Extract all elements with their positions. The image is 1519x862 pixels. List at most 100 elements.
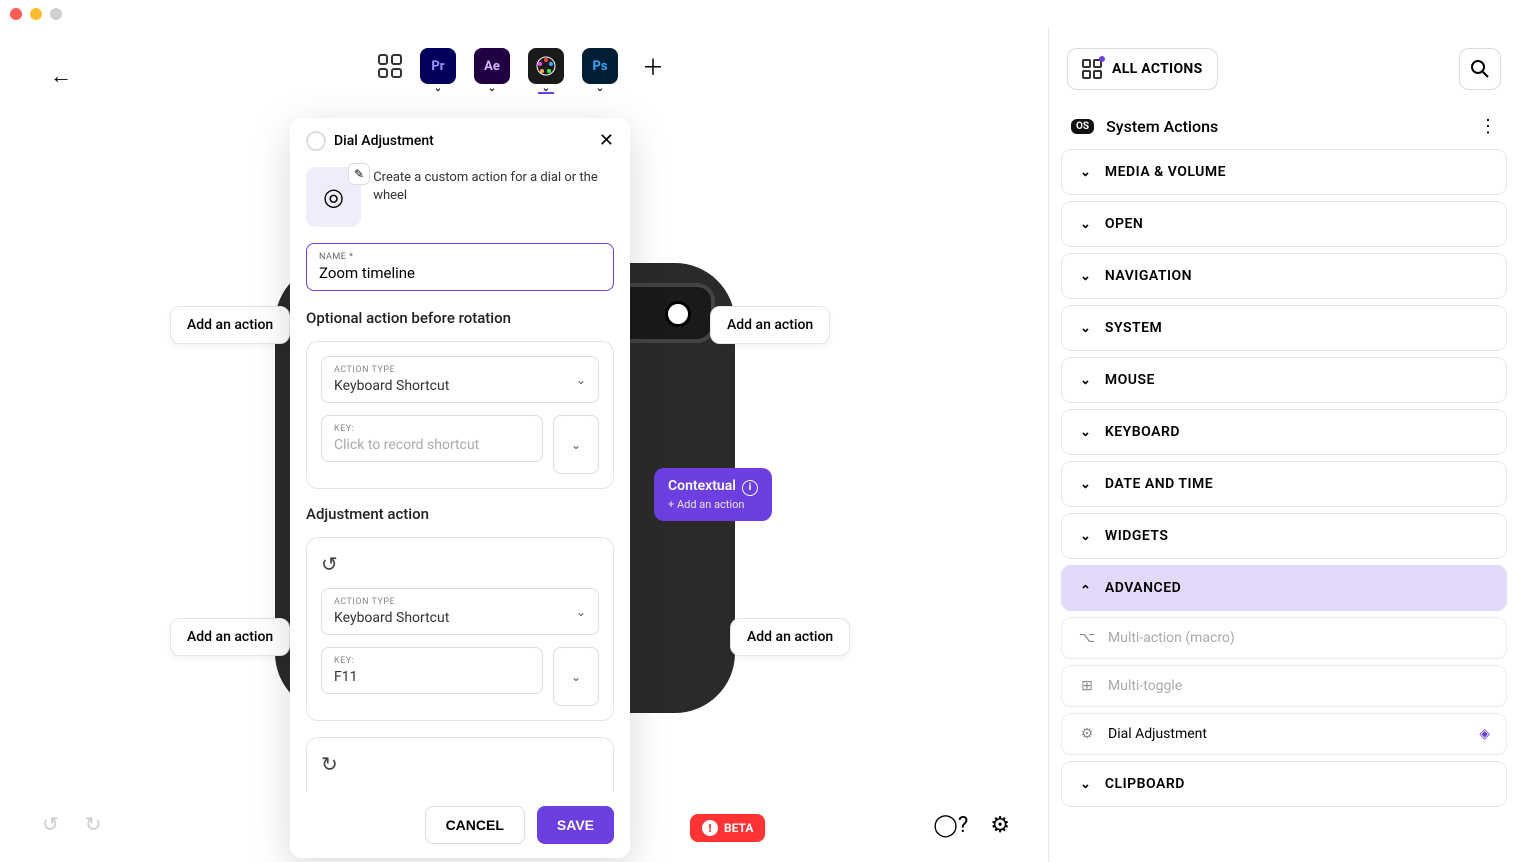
beta-badge[interactable]: BETA: [690, 814, 765, 842]
category-label: SYSTEM: [1105, 320, 1162, 336]
contextual-pill[interactable]: Contextuali + Add an action: [654, 468, 772, 521]
action-item: ⊞ Multi-toggle: [1061, 665, 1507, 707]
app-davinci[interactable]: ⌄: [528, 48, 564, 84]
chevron-down-icon: ⌄: [1080, 777, 1091, 792]
rotate-ccw-icon: ↺: [321, 552, 599, 576]
category-label: CLIPBOARD: [1105, 776, 1185, 792]
app-aftereffects[interactable]: Ae⌄: [474, 48, 510, 84]
category-label: WIDGETS: [1105, 528, 1169, 544]
device-marker-icon: [665, 301, 691, 327]
chevron-down-icon: ⌄: [1080, 529, 1091, 544]
modal-close-icon[interactable]: ✕: [599, 130, 614, 151]
modal-description: Create a custom action for a dial or the…: [373, 167, 614, 205]
key-options-2[interactable]: ⌄: [553, 647, 599, 706]
all-actions-label: ALL ACTIONS: [1112, 61, 1203, 77]
titlebar: [0, 0, 1519, 28]
all-actions-icon: [1082, 59, 1102, 79]
contextual-label: Contextual: [668, 478, 736, 494]
action-type-select-2[interactable]: ACTION TYPE Keyboard Shortcut ⌄: [321, 588, 599, 635]
optional-section-title: Optional action before rotation: [306, 309, 614, 327]
window-max-dot[interactable]: [50, 8, 62, 20]
cw-action-box: ↻: [306, 737, 614, 792]
action-type-label: ACTION TYPE: [334, 365, 586, 375]
category-label: MEDIA & VOLUME: [1105, 164, 1226, 180]
action-type-label-2: ACTION TYPE: [334, 597, 586, 607]
add-action-pill-1[interactable]: Add an action: [170, 306, 290, 344]
action-type-value: Keyboard Shortcut: [334, 378, 586, 394]
ccw-action-box: ↺ ACTION TYPE Keyboard Shortcut ⌄ KEY: F…: [306, 537, 614, 721]
davinci-icon: [535, 55, 557, 77]
action-item-icon: ⊞: [1078, 678, 1096, 694]
category-header[interactable]: ⌄ADVANCED: [1062, 566, 1506, 610]
name-field[interactable]: NAME *: [306, 243, 614, 291]
app-photoshop[interactable]: Ps⌄: [582, 48, 618, 84]
category-navigation: ⌄ NAVIGATION: [1061, 253, 1507, 299]
app-premiere[interactable]: Pr⌄: [420, 48, 456, 84]
action-item[interactable]: ⚙Dial Adjustment◈: [1061, 713, 1507, 755]
key-label: KEY:: [334, 424, 530, 434]
undo-icon[interactable]: ↺: [42, 812, 59, 836]
key-recorder-2[interactable]: KEY: F11: [321, 647, 543, 694]
chevron-down-icon: ⌄: [1080, 165, 1091, 180]
action-trail-icon: ◈: [1479, 726, 1490, 742]
search-icon: [1470, 59, 1490, 79]
action-item-icon: ⌥: [1078, 630, 1096, 646]
undo-redo-group: ↺ ↻: [42, 812, 102, 836]
system-actions-header: OS System Actions ⋮: [1061, 104, 1507, 149]
chevron-down-icon: ⌄: [1080, 321, 1091, 336]
os-badge: OS: [1071, 119, 1094, 134]
category-date-and-time: ⌄DATE AND TIME: [1061, 461, 1507, 507]
modal-title: Dial Adjustment: [306, 131, 434, 151]
key-options-1[interactable]: ⌄: [553, 415, 599, 474]
category-header[interactable]: ⌄ WIDGETS: [1062, 514, 1506, 558]
add-action-pill-3[interactable]: Add an action: [170, 618, 290, 656]
app-switcher: Pr⌄ Ae⌄ ⌄ Ps⌄ ＋: [0, 48, 1048, 84]
cancel-button[interactable]: CANCEL: [425, 806, 525, 844]
key-value-ccw: F11: [334, 669, 530, 685]
action-type-select-1[interactable]: ACTION TYPE Keyboard Shortcut ⌄: [321, 356, 599, 403]
search-button[interactable]: [1459, 48, 1501, 90]
adjustment-section-title: Adjustment action: [306, 505, 614, 523]
name-input[interactable]: [319, 264, 601, 282]
edit-icon-button[interactable]: ✎: [348, 163, 370, 185]
bottom-toolbar: ◯? ⚙: [933, 813, 1010, 838]
action-item-label: Dial Adjustment: [1108, 726, 1207, 742]
all-actions-button[interactable]: ALL ACTIONS: [1067, 48, 1218, 90]
category-label: OPEN: [1105, 216, 1143, 232]
category-keyboard: ⌄ KEYBOARD: [1061, 409, 1507, 455]
gear-icon[interactable]: ⚙: [990, 813, 1010, 838]
kebab-icon[interactable]: ⋮: [1479, 116, 1497, 137]
category-label: NAVIGATION: [1105, 268, 1192, 284]
category-header[interactable]: ⌄ MEDIA & VOLUME: [1062, 150, 1506, 194]
action-item-label: Multi-action (macro): [1108, 630, 1235, 646]
category-label: KEYBOARD: [1105, 424, 1180, 440]
window-min-dot[interactable]: [30, 8, 42, 20]
action-item-label: Multi-toggle: [1108, 678, 1182, 694]
category-header[interactable]: ⌄ KEYBOARD: [1062, 410, 1506, 454]
category-header[interactable]: ⌄ SYSTEM: [1062, 306, 1506, 350]
key-recorder-1[interactable]: KEY: Click to record shortcut: [321, 415, 543, 462]
main-area: ← Pr⌄ Ae⌄ ⌄ Ps⌄ ＋ Add an action Add an a…: [0, 28, 1049, 862]
save-button[interactable]: SAVE: [537, 806, 614, 844]
help-icon[interactable]: ◯?: [933, 813, 968, 838]
category-header[interactable]: ⌄DATE AND TIME: [1062, 462, 1506, 506]
category-header[interactable]: ⌄OPEN: [1062, 202, 1506, 246]
category-header[interactable]: ⌄ NAVIGATION: [1062, 254, 1506, 298]
name-field-label: NAME *: [319, 252, 601, 262]
redo-icon[interactable]: ↻: [85, 812, 102, 836]
category-header[interactable]: ⌄MOUSE: [1062, 358, 1506, 402]
category-clipboard: ⌄ CLIPBOARD: [1061, 761, 1507, 807]
add-app-button[interactable]: ＋: [636, 50, 670, 82]
action-type-value-2: Keyboard Shortcut: [334, 610, 586, 626]
chevron-down-icon: ⌄: [1080, 425, 1091, 440]
add-action-pill-2[interactable]: Add an action: [710, 306, 830, 344]
chevron-down-icon: ⌄: [1080, 269, 1091, 284]
window-close-dot[interactable]: [10, 8, 22, 20]
category-header[interactable]: ⌄ CLIPBOARD: [1062, 762, 1506, 806]
category-label: DATE AND TIME: [1105, 476, 1213, 492]
key-label-2: KEY:: [334, 656, 530, 666]
category-advanced: ⌄ADVANCED: [1061, 565, 1507, 611]
add-action-pill-4[interactable]: Add an action: [730, 618, 850, 656]
chevron-down-icon: ⌄: [1080, 373, 1091, 388]
app-grid-icon[interactable]: [378, 54, 402, 78]
